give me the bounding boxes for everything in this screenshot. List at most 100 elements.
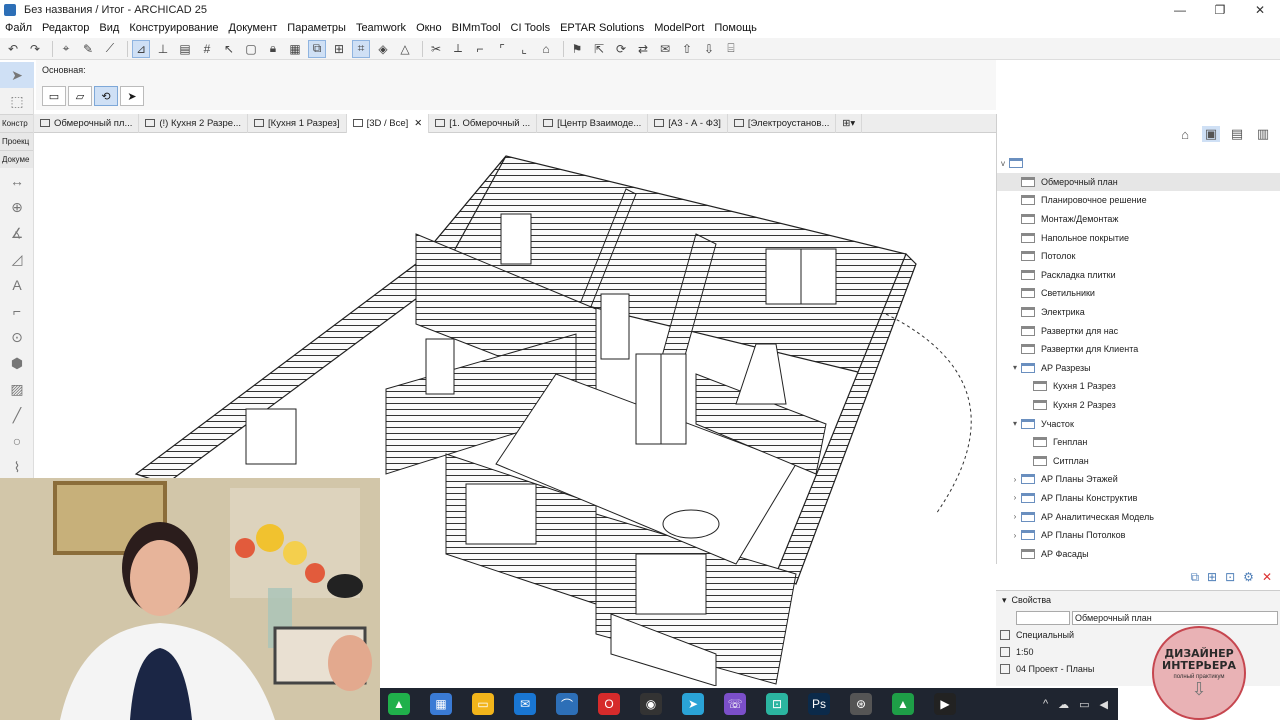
redo-icon[interactable]: ↷ [26, 40, 44, 58]
floor-down-icon[interactable]: ⇩ [700, 40, 718, 58]
navigator-item[interactable]: Светильники [997, 284, 1280, 303]
chevron-up-icon[interactable]: ^ [1043, 698, 1048, 711]
navigator-item[interactable]: АР Фасады [997, 544, 1280, 563]
navigator-item[interactable]: Потолок [997, 247, 1280, 266]
menu-view[interactable]: Вид [94, 22, 124, 34]
navigator-item[interactable]: ▾ Участок [997, 414, 1280, 433]
volume-icon[interactable]: ◀ [1100, 698, 1108, 711]
angle-dimension-icon[interactable]: ∡ [0, 220, 34, 246]
navigator-item[interactable]: › АР Аналитическая Модель [997, 507, 1280, 526]
navigator-item[interactable]: Генплан [997, 433, 1280, 452]
hatch-tool-icon[interactable]: ▨ [0, 376, 34, 402]
app-icon[interactable]: ▲ [892, 693, 914, 715]
media-player-icon[interactable]: ▶ [934, 693, 956, 715]
trace-icon[interactable]: ⌗ [352, 39, 370, 58]
navigator-item[interactable]: Кухня 1 Разрез [997, 377, 1280, 396]
clone-folder-icon[interactable]: ⊞ [1207, 570, 1217, 584]
circle-tool-icon[interactable]: ○ [0, 428, 34, 454]
navigator-item[interactable]: Обмерочный план [997, 172, 1280, 192]
label-tool-icon[interactable]: ⌐ [0, 298, 34, 324]
close-button[interactable]: ✕ [1240, 0, 1280, 20]
layers-icon[interactable]: ▤ [176, 40, 194, 58]
offset-icon[interactable]: ⌞ [515, 40, 533, 58]
flag-icon[interactable]: ⚑ [568, 40, 586, 58]
delete-icon[interactable]: ✕ [1262, 570, 1272, 584]
tab-close-icon[interactable]: ✕ [414, 118, 422, 129]
find-select-icon[interactable]: ⌖ [57, 40, 75, 58]
tab-list-button[interactable]: ⊞▾ [836, 113, 863, 133]
marquee-icon[interactable]: ▭ [42, 86, 66, 106]
marquee-tool-icon[interactable]: ⬚ [0, 88, 34, 114]
tab-a3-layout[interactable]: [А3 - А - Ф3] [648, 113, 728, 133]
cloud-icon[interactable]: ☁ [1058, 698, 1069, 711]
menu-bimmtool[interactable]: BIMmTool [447, 22, 506, 34]
chevron-right-icon[interactable]: › [1009, 512, 1021, 521]
send-receive-icon[interactable]: ⇄ [634, 40, 652, 58]
screen-recorder-icon[interactable]: ⊡ [766, 693, 788, 715]
project-map-icon[interactable]: ⌂ [1176, 126, 1194, 142]
calculator-icon[interactable]: ▦ [430, 693, 452, 715]
viber-icon[interactable]: ☏ [724, 693, 746, 715]
fill-tool-icon[interactable]: ⬢ [0, 350, 34, 376]
roof-icon[interactable]: ⌂ [537, 40, 555, 58]
view-map-root[interactable]: v [997, 154, 1280, 173]
publisher-sets-icon[interactable]: ▥ [1254, 126, 1272, 142]
fillet-icon[interactable]: ⌜ [493, 40, 511, 58]
view-id-field[interactable] [1016, 610, 1070, 625]
toolbox-section-design[interactable]: Констр [0, 114, 33, 132]
stair-icon[interactable]: ⌸ [722, 40, 740, 58]
select-box-icon[interactable]: ▢ [242, 40, 260, 58]
save-view-icon[interactable]: ⊡ [1225, 570, 1235, 584]
lock-icon[interactable]: 🔒︎ [264, 40, 282, 58]
adjust-icon[interactable]: ⟂ [449, 40, 467, 58]
layer-set-value[interactable]: 04 Проект - Планы [1016, 664, 1094, 674]
guide-lines-icon[interactable]: ⊿ [132, 39, 150, 58]
snap-guides-icon[interactable]: ⊥ [154, 40, 172, 58]
split-icon[interactable]: ✂ [427, 40, 445, 58]
3d-view-icon[interactable]: ◈ [374, 40, 392, 58]
navigator-item[interactable]: › АР Планы Потолков [997, 526, 1280, 545]
radial-dimension-icon[interactable]: ◿ [0, 246, 34, 272]
navigator-item[interactable]: Развертки для Клиента [997, 340, 1280, 359]
view-map-icon[interactable]: ▣ [1202, 126, 1220, 142]
menu-help[interactable]: Помощь [709, 22, 762, 34]
arrow-tool-icon[interactable]: ➤ [0, 62, 34, 88]
file-explorer-icon[interactable]: ▭ [472, 693, 494, 715]
properties-header[interactable]: ▾ Свойства [996, 591, 1280, 609]
chevron-right-icon[interactable]: › [1009, 531, 1021, 540]
menu-ci-tools[interactable]: CI Tools [506, 22, 556, 34]
navigator-item[interactable]: › АР Планы Этажей [997, 470, 1280, 489]
chevron-down-icon[interactable]: ▾ [1009, 363, 1021, 372]
arrow-icon[interactable]: ➤ [120, 86, 144, 106]
menu-options[interactable]: Параметры [282, 22, 351, 34]
network-icon[interactable]: ▭ [1079, 698, 1089, 711]
intersect-icon[interactable]: ⌐ [471, 40, 489, 58]
teamwork-icon[interactable]: ⟳ [612, 40, 630, 58]
layout-icon[interactable]: ⊞ [330, 40, 348, 58]
settings-icon[interactable]: ⚙ [1243, 570, 1254, 584]
layout-book-icon[interactable]: ▤ [1228, 126, 1246, 142]
perspective-icon[interactable]: △ [396, 40, 414, 58]
pencil-icon[interactable]: ✎ [79, 40, 97, 58]
menu-modelport[interactable]: ModelPort [649, 22, 709, 34]
grid-icon[interactable]: # [198, 40, 216, 58]
menu-file[interactable]: Файл [0, 22, 37, 34]
publish-icon[interactable]: ⇱ [590, 40, 608, 58]
menu-teamwork[interactable]: Teamwork [351, 22, 411, 34]
menu-edit[interactable]: Редактор [37, 22, 94, 34]
photoshop-icon[interactable]: Ps [808, 693, 830, 715]
menu-eptar[interactable]: EPTAR Solutions [555, 22, 649, 34]
polyline-tool-icon[interactable]: ⌇ [0, 454, 34, 480]
menu-document[interactable]: Документ [224, 22, 283, 34]
tab-section-kitchen-1[interactable]: [Кухня 1 Разрез] [248, 113, 347, 133]
navigator-item[interactable]: › АР Планы Конструктив [997, 489, 1280, 508]
tab-3d-all[interactable]: [3D / Все] ✕ [346, 113, 430, 133]
navigator-item[interactable]: ▾ АР Разрезы [997, 359, 1280, 378]
chevron-right-icon[interactable]: › [1009, 493, 1021, 502]
menu-design[interactable]: Конструирование [124, 22, 223, 34]
tab-floor-plan[interactable]: Обмерочный пл... [34, 113, 140, 133]
media-icon[interactable]: ⊛ [850, 693, 872, 715]
renovation-icon[interactable]: ▦ [286, 40, 304, 58]
minimize-button[interactable]: — [1160, 0, 1200, 20]
navigator-item[interactable]: Планировочное решение [997, 191, 1280, 210]
